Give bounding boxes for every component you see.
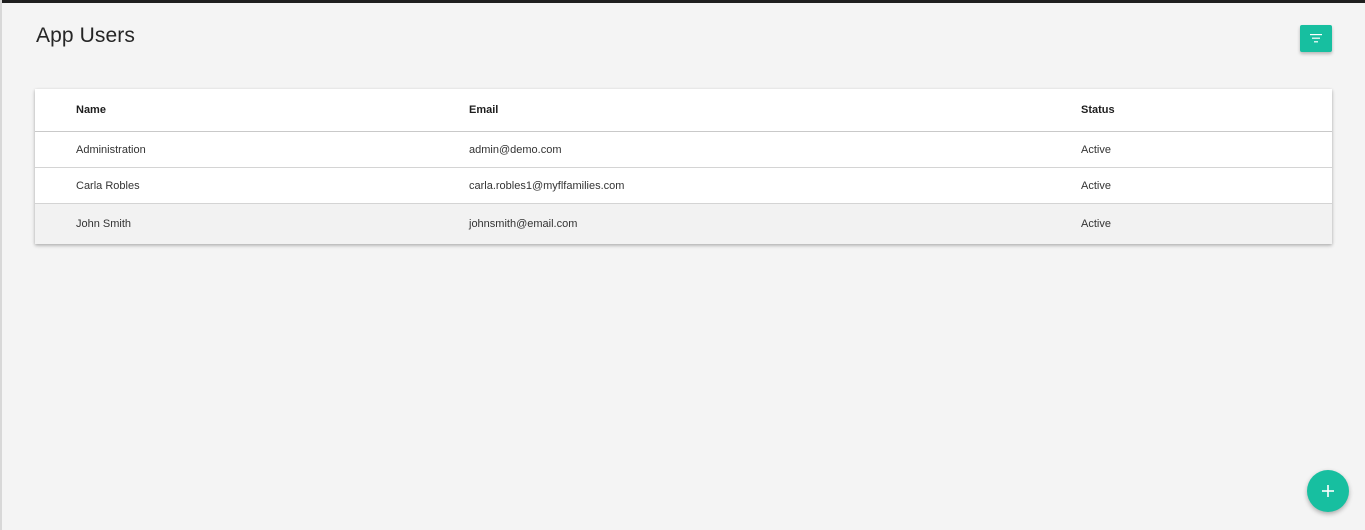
table-row[interactable]: Carla Robles carla.robles1@myflfamilies.… <box>35 168 1332 204</box>
users-table: Name Email Status Administration admin@d… <box>35 89 1332 244</box>
user-name: Carla Robles <box>76 179 140 192</box>
user-email: admin@demo.com <box>469 143 562 156</box>
add-user-button[interactable] <box>1307 470 1349 512</box>
filter-icon <box>1310 34 1322 43</box>
user-status: Active <box>1081 218 1111 230</box>
user-name: Administration <box>76 143 146 156</box>
column-header-status[interactable]: Status <box>1081 89 1115 131</box>
table-header: Name Email Status <box>35 89 1332 132</box>
user-email: johnsmith@email.com <box>469 218 578 230</box>
left-divider <box>0 0 2 530</box>
plus-icon <box>1322 485 1334 497</box>
top-border <box>0 0 1365 3</box>
user-status: Active <box>1081 143 1111 156</box>
user-email: carla.robles1@myflfamilies.com <box>469 179 625 192</box>
filter-button[interactable] <box>1300 25 1332 52</box>
column-header-email[interactable]: Email <box>469 89 498 131</box>
column-header-name[interactable]: Name <box>76 89 106 131</box>
page-title: App Users <box>36 24 135 47</box>
user-status: Active <box>1081 179 1111 192</box>
user-name: John Smith <box>76 218 132 230</box>
table-row[interactable]: Administration admin@demo.com Active <box>35 132 1332 168</box>
table-row[interactable]: John Smith johnsmith@email.com Active <box>35 204 1332 244</box>
